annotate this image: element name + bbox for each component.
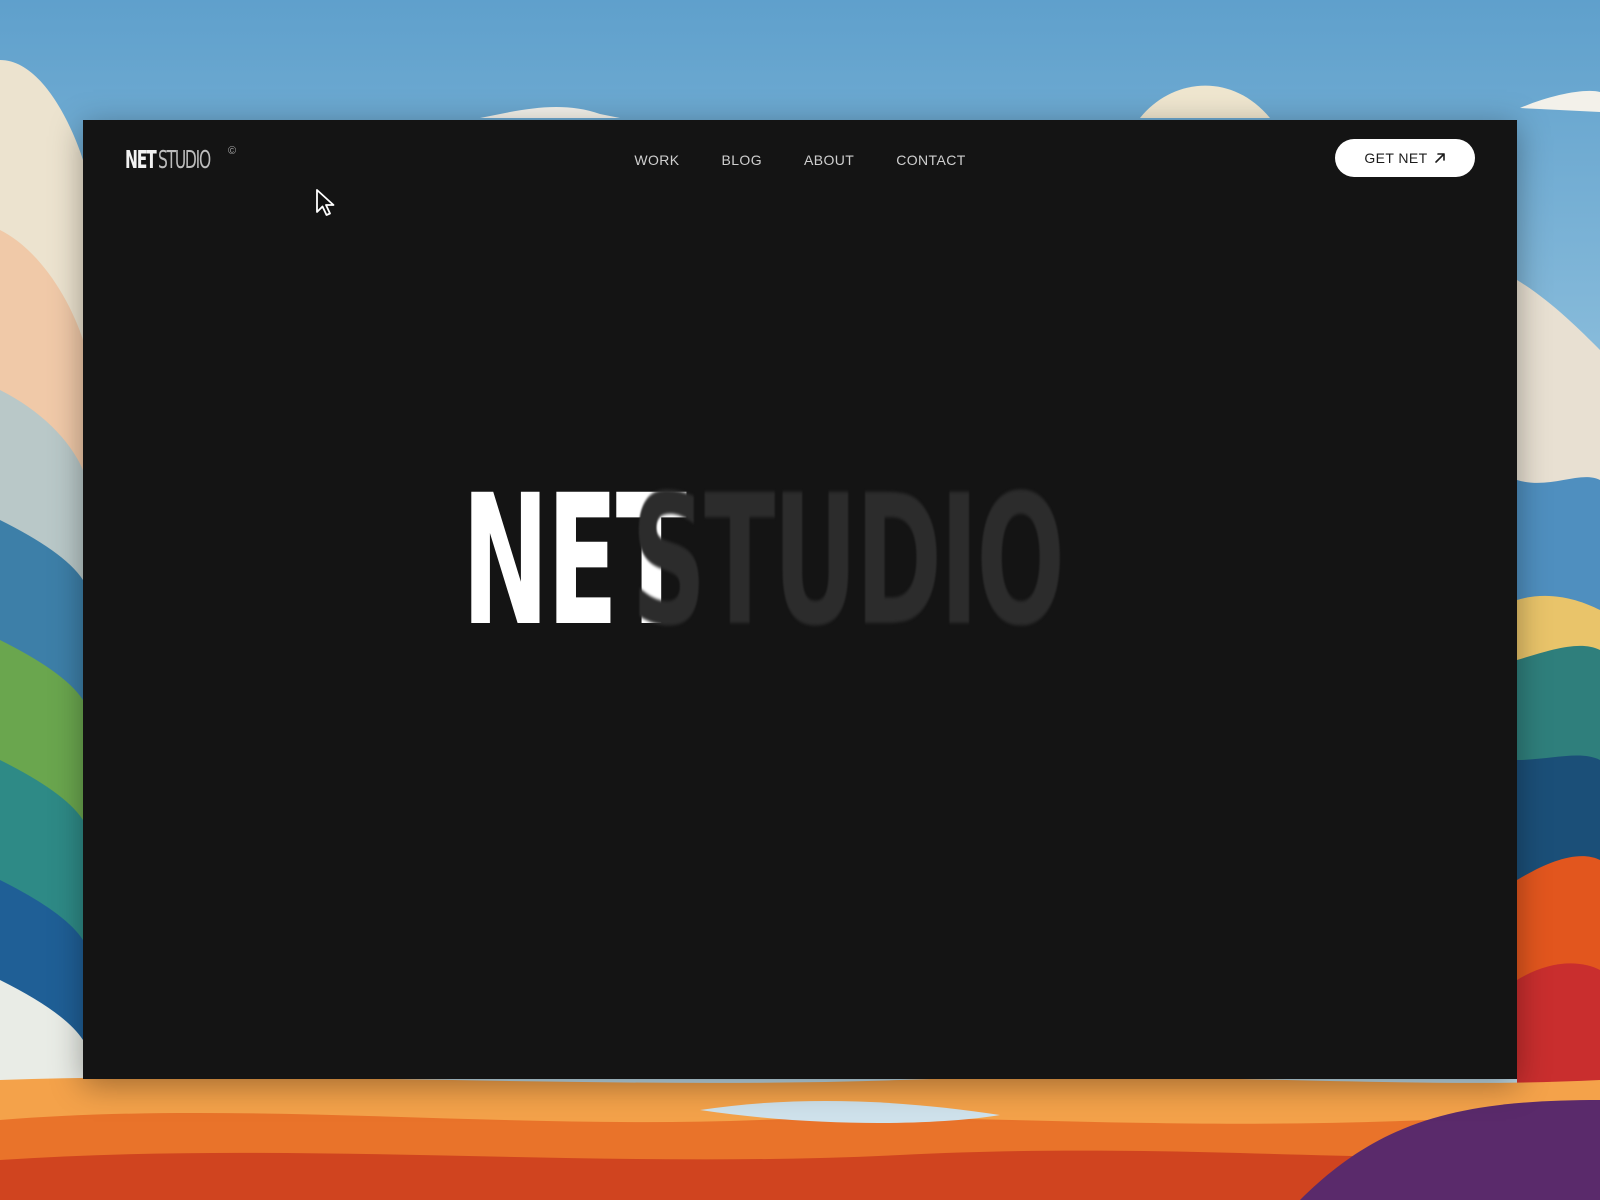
hero-title: NET STUDIO xyxy=(83,472,1517,652)
mouse-pointer-icon xyxy=(316,189,335,216)
desktop: NET STUDIO © WORK BLOG ABOUT CONTACT GET… xyxy=(0,0,1600,1200)
website-window: NET STUDIO © WORK BLOG ABOUT CONTACT GET… xyxy=(83,120,1517,1079)
hero-section: NET STUDIO xyxy=(83,120,1517,1079)
hero-word-studio: STUDIO xyxy=(631,457,1065,666)
